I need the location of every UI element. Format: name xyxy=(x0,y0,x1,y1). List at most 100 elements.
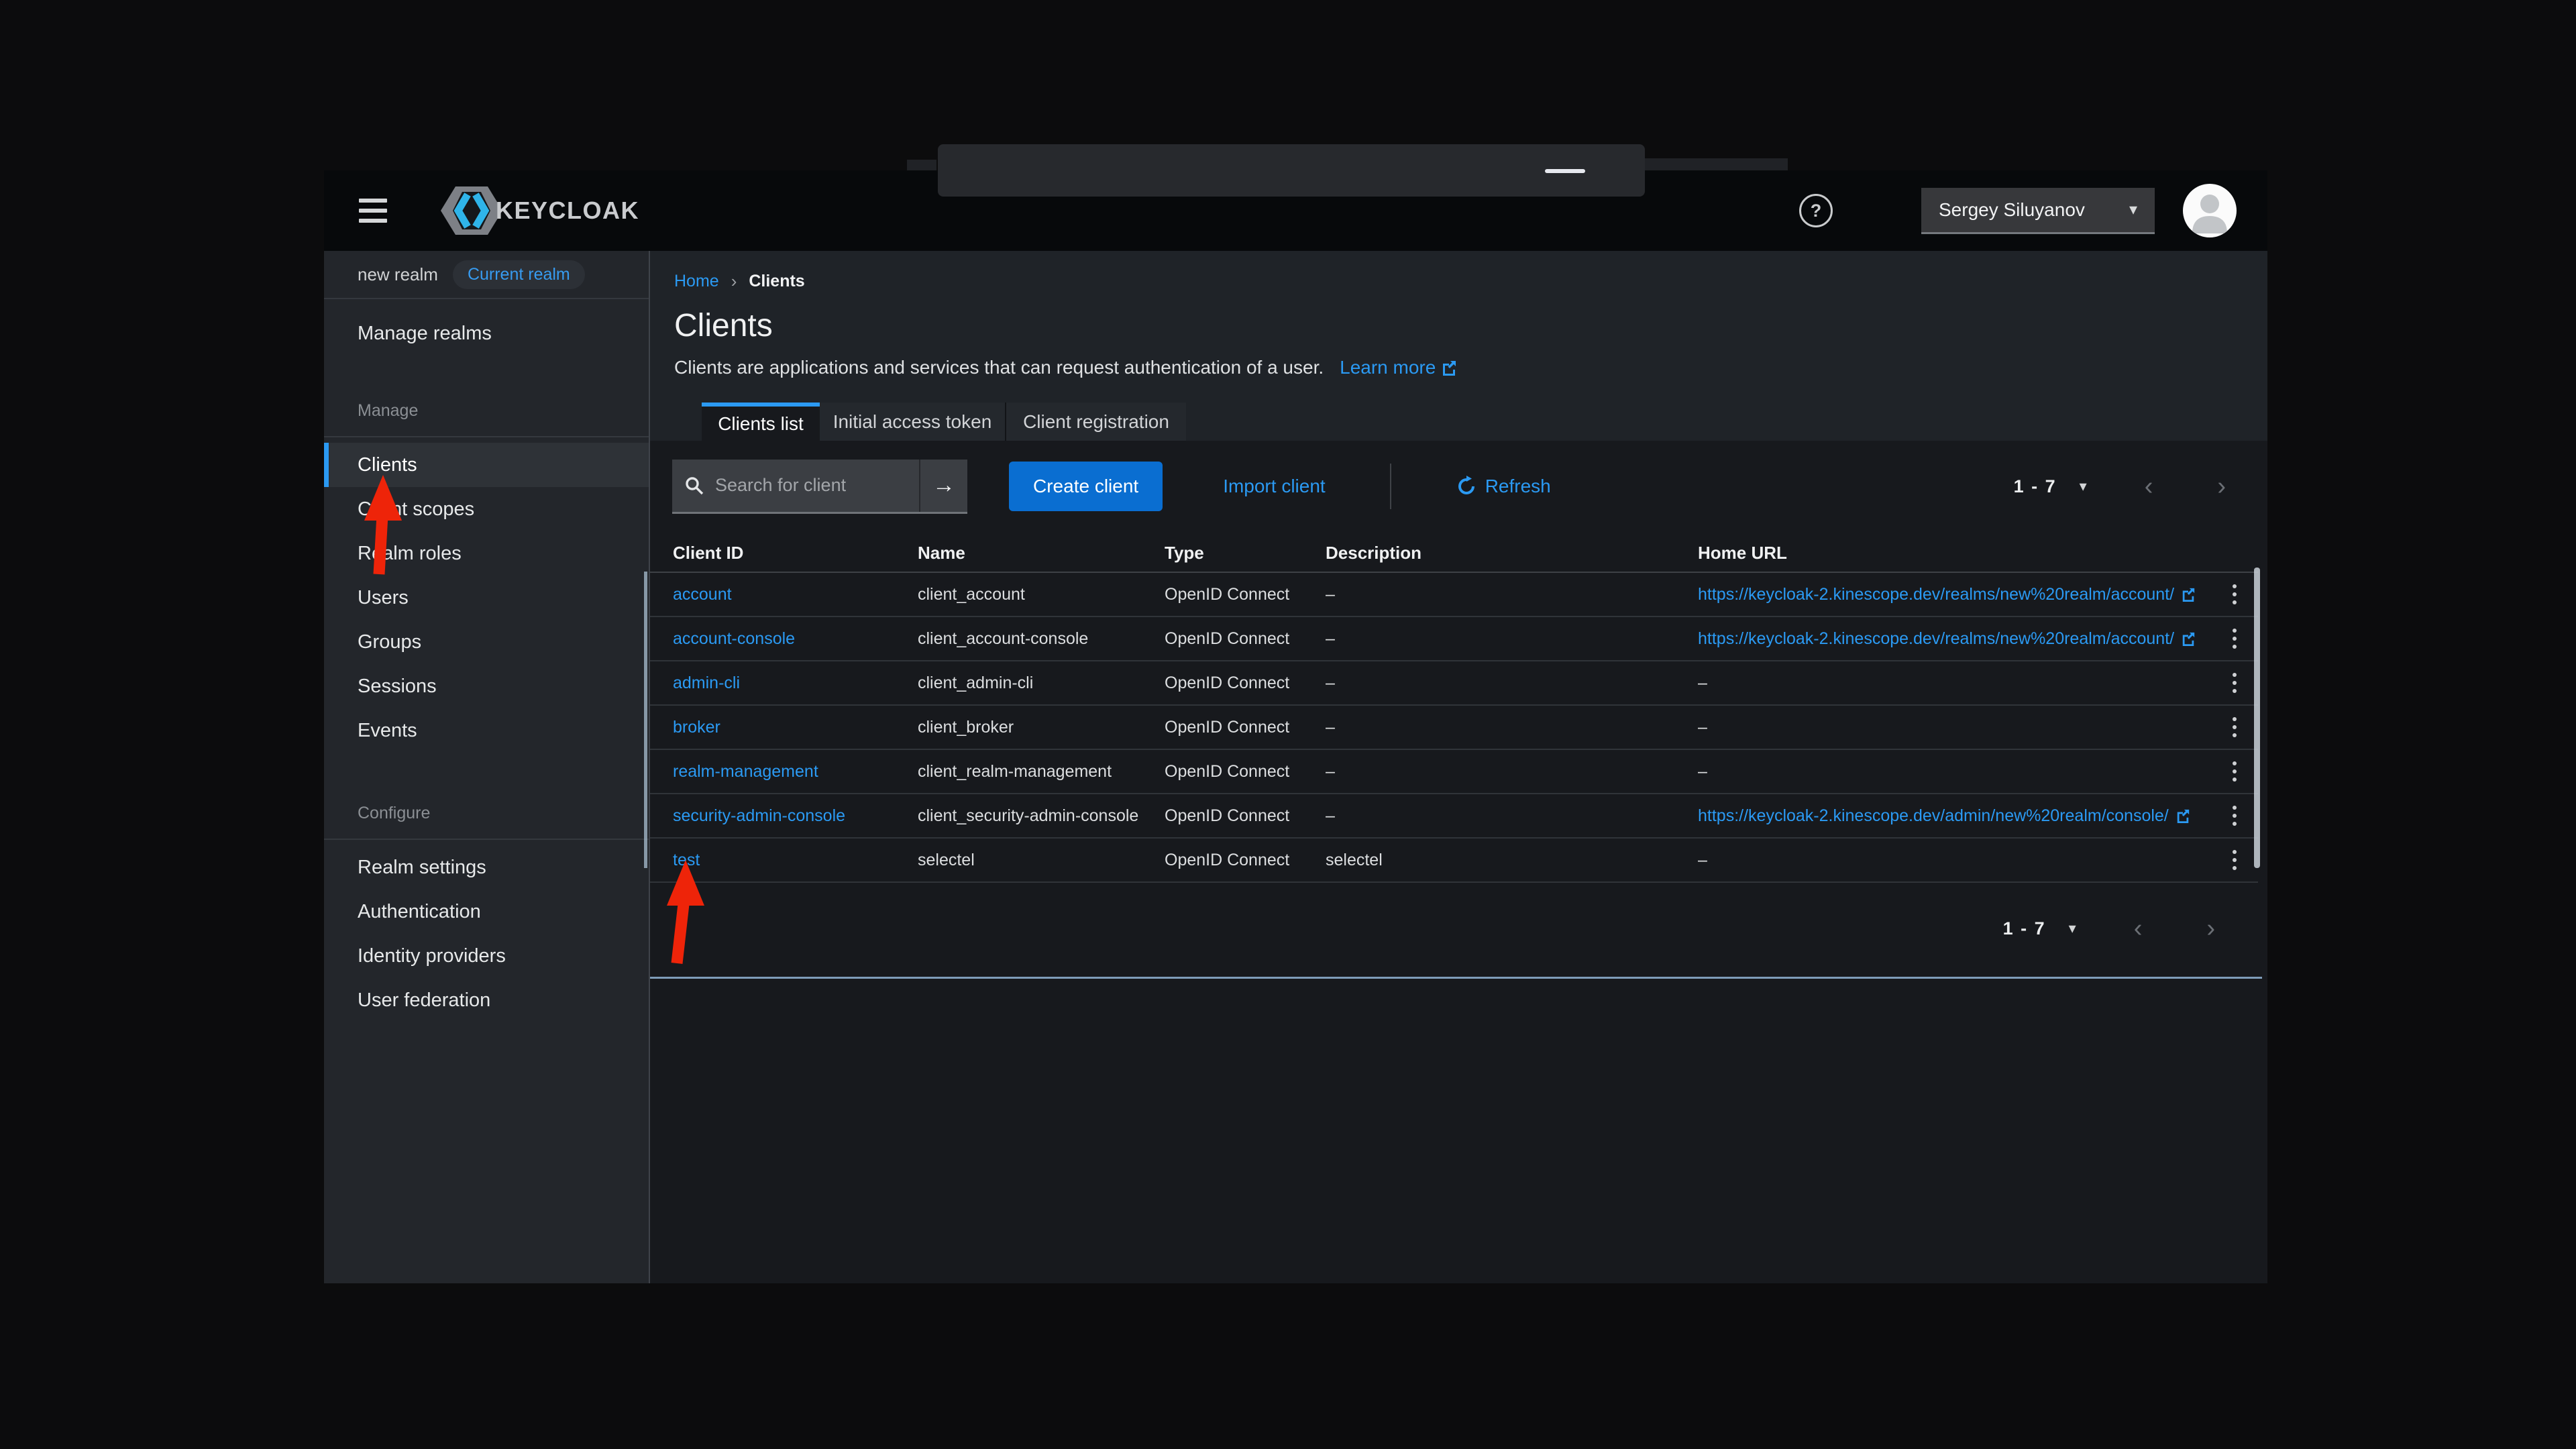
home-url-empty: – xyxy=(1698,718,1707,737)
kebab-menu-button[interactable] xyxy=(2211,806,2258,826)
brand-text: KEYCLOAK xyxy=(496,197,639,225)
kebab-menu-button[interactable] xyxy=(2211,761,2258,782)
pagination-next-button[interactable]: › xyxy=(2217,472,2226,501)
learn-more-label: Learn more xyxy=(1340,357,1436,378)
pagination-caret-icon[interactable]: ▾ xyxy=(2080,478,2087,495)
table-header-row: Client ID Name Type Description Home URL xyxy=(650,535,2258,573)
keycloak-logo-icon xyxy=(439,182,504,239)
sidebar-item-users[interactable]: Users xyxy=(324,576,649,620)
external-link-icon xyxy=(2181,631,2196,646)
refresh-icon xyxy=(1456,476,1477,497)
home-url-link[interactable]: https://keycloak-2.kinescope.dev/realms/… xyxy=(1698,585,2174,604)
background-window-tab-fragment xyxy=(938,144,1645,197)
kebab-menu-button[interactable] xyxy=(2211,717,2258,737)
screenshot-canvas: KEYCLOAK ? Sergey Siluyanov ▾ new re xyxy=(0,0,2576,1449)
learn-more-link[interactable]: Learn more xyxy=(1340,357,1457,378)
page-description-text: Clients are applications and services th… xyxy=(674,357,1324,378)
sidebar-item-sessions[interactable]: Sessions xyxy=(324,664,649,708)
col-type: Type xyxy=(1165,543,1326,564)
keycloak-logo: KEYCLOAK xyxy=(439,182,639,239)
table-row: account client_account OpenID Connect – … xyxy=(650,573,2258,617)
user-name: Sergey Siluyanov xyxy=(1939,199,2085,221)
keycloak-admin-window: KEYCLOAK ? Sergey Siluyanov ▾ new re xyxy=(324,170,2267,1283)
table-scrollbar-line[interactable] xyxy=(2254,568,2260,868)
sidebar-item-user-federation[interactable]: User federation xyxy=(324,978,649,1022)
client-id-link[interactable]: security-admin-console xyxy=(673,806,845,825)
pagination-caret-icon[interactable]: ▾ xyxy=(2069,920,2076,937)
sidebar-item-groups[interactable]: Groups xyxy=(324,620,649,664)
table-row: broker client_broker OpenID Connect – – xyxy=(650,706,2258,750)
client-id-link[interactable]: account-console xyxy=(673,629,795,648)
tab-client-registration[interactable]: Client registration xyxy=(1006,402,1186,441)
external-link-icon xyxy=(1441,360,1457,376)
sidebar-item-authentication[interactable]: Authentication xyxy=(324,890,649,934)
pagination-top: 1 - 7 ▾ ‹ › xyxy=(2014,460,2226,513)
hamburger-menu-icon[interactable] xyxy=(359,199,387,223)
breadcrumb-separator-icon: › xyxy=(731,271,737,292)
external-link-icon xyxy=(2176,808,2190,823)
sidebar-item-realm-settings[interactable]: Realm settings xyxy=(324,845,649,890)
pagination-next-button[interactable]: › xyxy=(2206,914,2215,943)
pagination-prev-button[interactable]: ‹ xyxy=(2145,472,2153,501)
current-realm-badge: Current realm xyxy=(453,260,585,289)
kebab-menu-button[interactable] xyxy=(2211,584,2258,604)
client-id-link[interactable]: account xyxy=(673,585,732,604)
search-submit-button[interactable]: → xyxy=(919,460,967,512)
sidebar-nav-configure: Realm settings Authentication Identity p… xyxy=(324,840,649,1022)
external-link-icon xyxy=(2181,587,2196,602)
breadcrumb-home-link[interactable]: Home xyxy=(674,272,719,291)
table-row: account-console client_account-console O… xyxy=(650,617,2258,661)
sidebar-item-events[interactable]: Events xyxy=(324,708,649,753)
sidebar-item-manage-realms[interactable]: Manage realms xyxy=(324,310,649,357)
refresh-button[interactable]: Refresh xyxy=(1456,476,1551,497)
col-description: Description xyxy=(1326,543,1698,564)
sidebar-item-clients[interactable]: Clients xyxy=(324,443,649,487)
tab-bar: Clients list Initial access token Client… xyxy=(702,402,1186,441)
background-window-strip-right xyxy=(1645,158,1788,170)
home-url-empty: – xyxy=(1698,674,1707,693)
pagination-prev-button[interactable]: ‹ xyxy=(2134,914,2143,943)
kebab-menu-button[interactable] xyxy=(2211,850,2258,870)
kebab-menu-button[interactable] xyxy=(2211,673,2258,693)
tab-clients-list[interactable]: Clients list xyxy=(702,402,820,441)
search-box: → xyxy=(672,460,967,514)
create-client-button[interactable]: Create client xyxy=(1009,462,1163,511)
page-description: Clients are applications and services th… xyxy=(674,357,1457,378)
search-icon xyxy=(684,476,704,496)
home-url-empty: – xyxy=(1698,851,1707,870)
breadcrumb: Home › Clients xyxy=(674,271,805,292)
sidebar-section-manage: Manage xyxy=(324,397,649,424)
sidebar-item-realm-roles[interactable]: Realm roles xyxy=(324,531,649,576)
client-id-link[interactable]: admin-cli xyxy=(673,674,740,692)
col-name: Name xyxy=(918,543,1165,564)
user-menu-dropdown[interactable]: Sergey Siluyanov ▾ xyxy=(1921,188,2155,234)
kebab-menu-button[interactable] xyxy=(2211,629,2258,649)
user-avatar[interactable] xyxy=(2183,184,2237,237)
page-header: Home › Clients Clients Clients are appli… xyxy=(650,251,2267,441)
sidebar-item-identity-providers[interactable]: Identity providers xyxy=(324,934,649,978)
breadcrumb-current: Clients xyxy=(749,272,804,291)
pagination-range: 1 - 7 xyxy=(2003,918,2046,939)
section-divider-line xyxy=(650,977,2262,979)
import-client-link[interactable]: Import client xyxy=(1223,476,1326,497)
background-window-strip-left xyxy=(907,160,936,170)
help-icon[interactable]: ? xyxy=(1799,194,1833,227)
sidebar-item-client-scopes[interactable]: Client scopes xyxy=(324,487,649,531)
user-avatar-icon xyxy=(2183,184,2237,237)
realm-selector[interactable]: new realm Current realm xyxy=(324,251,649,299)
client-id-link[interactable]: realm-management xyxy=(673,762,818,781)
home-url-link[interactable]: https://keycloak-2.kinescope.dev/admin/n… xyxy=(1698,806,2169,826)
client-id-link[interactable]: broker xyxy=(673,718,720,737)
pagination-range: 1 - 7 xyxy=(2014,476,2057,497)
sidebar-nav-manage: Clients Client scopes Realm roles Users … xyxy=(324,437,649,753)
page-title: Clients xyxy=(674,307,773,344)
client-id-link[interactable]: test xyxy=(673,851,700,869)
realm-name: new realm xyxy=(358,264,438,285)
table-row: security-admin-console client_security-a… xyxy=(650,794,2258,839)
search-input[interactable] xyxy=(714,474,904,496)
divider xyxy=(1390,464,1391,509)
clients-table: Client ID Name Type Description Home URL… xyxy=(650,535,2258,883)
home-url-link[interactable]: https://keycloak-2.kinescope.dev/realms/… xyxy=(1698,629,2174,649)
tab-initial-access-token[interactable]: Initial access token xyxy=(820,402,1006,441)
sidebar-section-configure: Configure xyxy=(324,800,649,826)
